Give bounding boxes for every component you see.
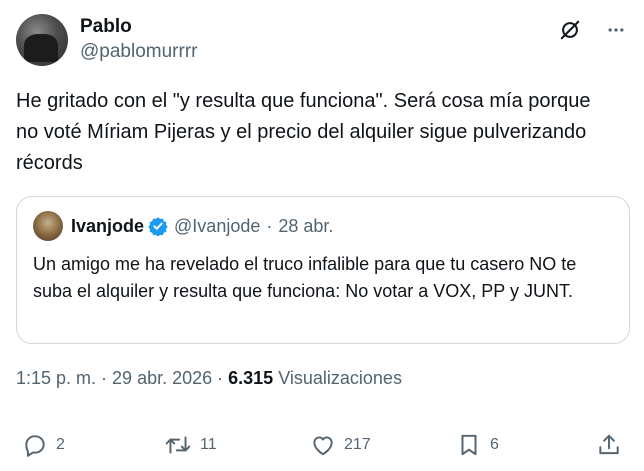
- share-icon: [596, 432, 622, 458]
- author-display-name[interactable]: Pablo: [80, 15, 197, 39]
- tweet-time[interactable]: 1:15 p. m.: [16, 368, 96, 388]
- quoted-author-avatar[interactable]: [33, 211, 63, 241]
- tweet-text: He gritado con el "y resulta que funcion…: [16, 90, 591, 174]
- tweet-meta: 1:15 p. m. · 29 abr. 2026 · 6.315 Visualizac…: [16, 368, 402, 389]
- quoted-tweet-header: Ivanjode @Ivanjode · 28 abr.: [33, 211, 333, 241]
- reply-icon: [22, 432, 48, 458]
- meta-separator-2: ·: [217, 368, 224, 388]
- bookmark-icon: [456, 432, 482, 458]
- like-button[interactable]: 217: [310, 428, 371, 462]
- author-names: Pablo @pablomurrrr: [80, 15, 197, 65]
- like-icon: [310, 432, 336, 458]
- tweet-actions: 2 11 217 6: [16, 428, 628, 462]
- views-count[interactable]: 6.315: [228, 368, 273, 388]
- quoted-tweet[interactable]: Ivanjode @Ivanjode · 28 abr. Un amigo me…: [16, 196, 630, 344]
- quoted-date[interactable]: 28 abr.: [278, 216, 333, 237]
- quoted-tweet-text: Un amigo me ha revelado el truco infalib…: [33, 254, 577, 301]
- quoted-author-display-name[interactable]: Ivanjode: [71, 216, 144, 237]
- header-actions: [558, 18, 628, 42]
- tweet-header: Pablo @pablomurrrr: [16, 12, 628, 68]
- share-button[interactable]: [596, 428, 622, 462]
- retweet-icon: [164, 432, 192, 458]
- meta-separator: ·: [101, 368, 108, 388]
- grok-icon[interactable]: [558, 18, 582, 42]
- more-icon[interactable]: [604, 18, 628, 42]
- bookmark-count: 6: [490, 436, 499, 453]
- retweet-count: 11: [200, 436, 217, 453]
- views-label[interactable]: Visualizaciones: [278, 368, 402, 388]
- author-avatar[interactable]: [16, 14, 68, 66]
- quoted-author-handle[interactable]: @Ivanjode: [174, 216, 260, 237]
- reply-button[interactable]: 2: [22, 428, 65, 462]
- quoted-separator: ·: [266, 215, 273, 236]
- verified-badge-icon: [148, 216, 168, 236]
- tweet-date[interactable]: 29 abr. 2026: [112, 368, 212, 388]
- retweet-button[interactable]: 11: [164, 428, 217, 462]
- reply-count: 2: [56, 436, 65, 453]
- bookmark-button[interactable]: 6: [456, 428, 499, 462]
- author-handle[interactable]: @pablomurrrr: [80, 39, 197, 65]
- like-count: 217: [344, 436, 371, 453]
